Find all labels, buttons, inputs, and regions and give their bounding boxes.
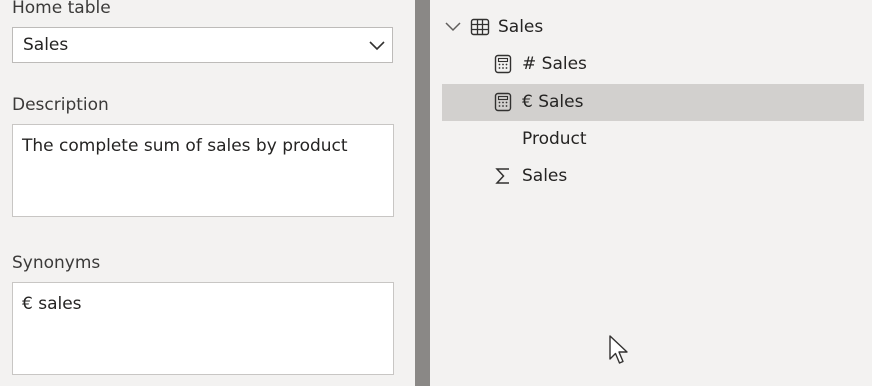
synonyms-label: Synonyms	[12, 253, 101, 273]
tree-item-sum-sales[interactable]: Sales	[442, 158, 864, 195]
chevron-down-icon	[369, 41, 385, 51]
calculator-icon	[494, 92, 512, 112]
tree-item-label: # Sales	[522, 54, 587, 74]
tree-table-label: Sales	[498, 17, 544, 37]
tree-item-euro-sales[interactable]: € Sales	[442, 84, 864, 121]
description-label: Description	[12, 95, 109, 115]
home-table-label: Home table	[12, 0, 111, 18]
calculator-icon	[494, 54, 512, 74]
chevron-down-icon[interactable]	[444, 17, 462, 37]
tree-item-product[interactable]: Product	[442, 121, 864, 158]
properties-pane: Home table Sales Description The complet…	[0, 0, 415, 386]
fields-pane: Sales # Sales € Sales Product Sales	[430, 0, 872, 386]
tree-table-sales[interactable]: Sales	[430, 9, 872, 46]
tree-item-label: € Sales	[522, 92, 584, 112]
table-icon	[470, 18, 490, 36]
tree-item-label: Product	[522, 129, 587, 149]
home-table-dropdown[interactable]: Sales	[12, 27, 393, 63]
synonyms-field[interactable]: € sales	[12, 282, 394, 375]
sigma-icon	[495, 168, 509, 184]
home-table-value: Sales	[23, 35, 69, 55]
tree-item-hash-sales[interactable]: # Sales	[442, 46, 864, 83]
pane-divider[interactable]	[415, 0, 430, 386]
tree-item-label: Sales	[522, 166, 568, 186]
description-field[interactable]: The complete sum of sales by product	[12, 124, 394, 217]
mouse-cursor-icon	[609, 335, 628, 364]
